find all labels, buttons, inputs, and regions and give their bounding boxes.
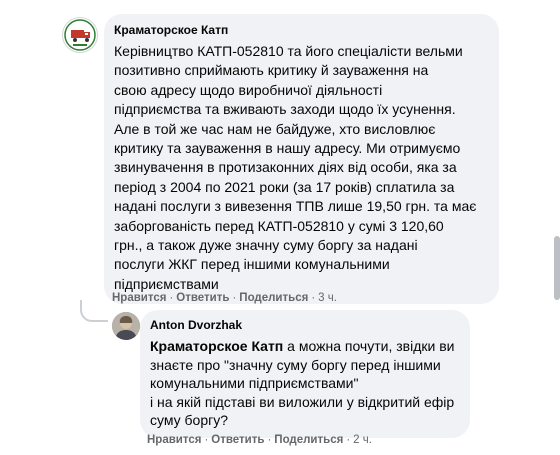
comment-text: Керівництво КАТП-052810 та його спеціалі… — [114, 42, 487, 294]
reply-author[interactable]: Anton Dvorzhak — [150, 317, 458, 333]
share-button[interactable]: Поделиться — [274, 434, 343, 446]
katp-logo-icon[interactable] — [62, 17, 98, 53]
reply-line: і на якій підставі ви виложили у відкрит… — [150, 393, 455, 410]
comment-line: заборгованість перед КАТП-052810 у сумі … — [114, 217, 444, 234]
separator: · — [232, 292, 237, 304]
user-photo-avatar[interactable] — [112, 312, 140, 340]
reply-line-text: а можна почути, звідки ви — [283, 338, 455, 354]
reply-line: комунальними підприємствами" — [150, 375, 359, 392]
comment-line: підприємства та вживають заходи щодо їх … — [114, 101, 456, 118]
timestamp[interactable]: 3 ч. — [318, 292, 337, 304]
separator: · — [346, 434, 351, 446]
comment-bubble: Краматорское Катп Керівництво КАТП-05281… — [104, 14, 499, 305]
separator: · — [311, 292, 316, 304]
separator: · — [169, 292, 174, 304]
reply-line: Краматорское Катп а можна почути, звідки… — [150, 337, 458, 356]
reply-thread-line — [80, 300, 108, 322]
share-button[interactable]: Поделиться — [239, 292, 308, 304]
like-button[interactable]: Нравится — [147, 434, 201, 446]
comment-line: послуги ЖКГ перед іншими комунальними — [114, 256, 390, 273]
reply-line: суму боргу? — [150, 412, 228, 429]
comment-line: позитивно сприймають критику й зауваженн… — [114, 62, 429, 79]
comment-line: Керівництво КАТП-052810 та його спеціалі… — [114, 43, 463, 59]
comment-line: звинувачення в протизаконних діях від ос… — [114, 159, 457, 176]
like-button[interactable]: Нравится — [112, 292, 166, 304]
mention-link[interactable]: Краматорское Катп — [150, 338, 283, 354]
reply-actions: Нравится · Ответить · Поделиться · 2 ч. — [147, 434, 372, 446]
comment-line: надані послуги з вивезення ТПВ лише 19,5… — [114, 198, 477, 215]
reply-text: Краматорское Катп а можна почути, звідки… — [150, 337, 458, 430]
separator: · — [204, 434, 209, 446]
reply-button[interactable]: Ответить — [211, 434, 264, 446]
comment-line: грн., а також дуже значну суму боргу за … — [114, 237, 418, 254]
separator: · — [267, 434, 272, 446]
comment-actions: Нравится · Ответить · Поделиться · 3 ч. — [112, 292, 337, 304]
timestamp[interactable]: 2 ч. — [353, 434, 372, 446]
comment-line: період з 2004 по 2021 роки (за 17 років)… — [114, 178, 455, 195]
reply-line: знаєте про "значну суму боргу перед інши… — [150, 356, 441, 373]
comment-author[interactable]: Краматорское Катп — [114, 22, 487, 38]
comment-line: свою адресу щодо виробничої діяльності — [114, 81, 383, 98]
reply-button[interactable]: Ответить — [176, 292, 229, 304]
reply-bubble: Anton Dvorzhak Краматорское Катп а можна… — [140, 310, 470, 438]
scrollbar-thumb[interactable] — [554, 236, 560, 300]
comment-line: Але в той же час нам не байдуже, хто вис… — [114, 120, 436, 137]
comment-line: критику та зауваження в нашу адресу. Ми … — [114, 140, 461, 157]
